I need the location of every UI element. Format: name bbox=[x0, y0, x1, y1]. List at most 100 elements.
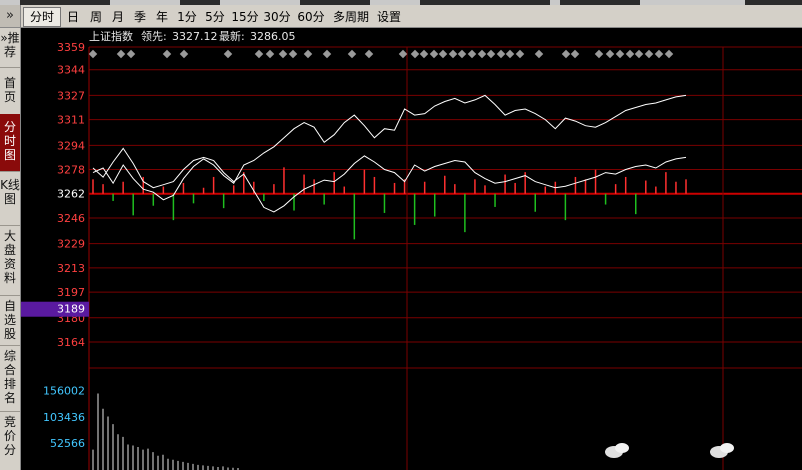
event-marker[interactable] bbox=[625, 49, 635, 59]
sidebar-item-timeshare[interactable]: 分时图 bbox=[0, 114, 20, 172]
sidebar-item-label: 综合排名 bbox=[3, 349, 16, 405]
event-marker[interactable] bbox=[605, 49, 615, 59]
period-button-quarter[interactable]: 季 bbox=[129, 7, 151, 27]
left-vertical-tabs: »推荐 首页 分时图 K线图 大盘资料 自选股 综合排名 竞价分 bbox=[0, 28, 21, 470]
volume-tick-label: 103436 bbox=[43, 411, 85, 424]
latest-value: 3286.05 bbox=[250, 30, 296, 43]
event-marker[interactable] bbox=[477, 49, 487, 59]
event-marker[interactable] bbox=[419, 49, 429, 59]
sidebar-item-label: 竞价分 bbox=[3, 415, 16, 457]
sidebar-item-label: K线图 bbox=[0, 178, 20, 206]
event-marker[interactable] bbox=[364, 49, 374, 59]
event-marker[interactable] bbox=[303, 49, 313, 59]
up-down-bars bbox=[92, 167, 687, 240]
chart-grid bbox=[88, 46, 802, 470]
event-marker[interactable] bbox=[664, 49, 674, 59]
event-marker[interactable] bbox=[438, 49, 448, 59]
y-tick-label: 3229 bbox=[57, 238, 85, 251]
event-marker[interactable] bbox=[254, 49, 264, 59]
expand-icon[interactable]: » bbox=[0, 5, 21, 27]
event-marker[interactable] bbox=[505, 49, 515, 59]
info-line: 上证指数 领先: 3327.12 最新: 3286.05 bbox=[89, 29, 296, 43]
y-tick-label: 3278 bbox=[57, 164, 85, 177]
volume-tick-label: 52566 bbox=[50, 437, 85, 450]
index-name: 上证指数 bbox=[89, 29, 133, 43]
intraday-chart[interactable]: 上证指数 领先: 3327.12 最新: 3286.05 3359 3344 332… bbox=[21, 28, 802, 470]
period-button-1min[interactable]: 1分 bbox=[173, 7, 201, 27]
y-tick-label: 3327 bbox=[57, 89, 85, 102]
y-tick-label: 3359 bbox=[57, 41, 85, 54]
period-toolbar: » 分时 日 周 月 季 年 1分 5分 15分 30分 60分 多周期 设置 bbox=[0, 5, 802, 28]
period-button-60min[interactable]: 60分 bbox=[293, 7, 329, 27]
period-button-30min[interactable]: 30分 bbox=[261, 7, 293, 27]
event-marker[interactable] bbox=[615, 49, 625, 59]
sidebar-item-auction[interactable]: 竞价分 bbox=[0, 412, 20, 470]
event-marker[interactable] bbox=[534, 49, 544, 59]
event-marker[interactable] bbox=[288, 49, 298, 59]
period-button-month[interactable]: 月 bbox=[107, 7, 129, 27]
leader-line bbox=[92, 94, 687, 201]
event-marker[interactable] bbox=[457, 49, 467, 59]
sidebar-item-ranking[interactable]: 综合排名 bbox=[0, 346, 20, 412]
sidebar-item-label: 大盘资料 bbox=[3, 229, 16, 285]
event-marker[interactable] bbox=[634, 49, 644, 59]
y-tick-label: 3344 bbox=[57, 64, 85, 77]
event-marker[interactable] bbox=[467, 49, 477, 59]
y-tick-label: 3197 bbox=[57, 286, 85, 299]
period-button-fenshi[interactable]: 分时 bbox=[23, 7, 61, 27]
sidebar-item-market-info[interactable]: 大盘资料 bbox=[0, 226, 20, 296]
event-marker[interactable] bbox=[410, 49, 420, 59]
y-tick-label: 3164 bbox=[57, 336, 85, 349]
y-tick-label: 3311 bbox=[57, 114, 85, 127]
event-marker[interactable] bbox=[223, 49, 233, 59]
latest-line bbox=[92, 147, 687, 213]
settings-button[interactable]: 设置 bbox=[373, 7, 405, 27]
period-button-day[interactable]: 日 bbox=[62, 7, 84, 27]
event-marker[interactable] bbox=[116, 49, 126, 59]
cursor-price-label: 3189 bbox=[57, 303, 85, 316]
y-tick-label: 3213 bbox=[57, 262, 85, 275]
event-marker[interactable] bbox=[448, 49, 458, 59]
event-marker[interactable] bbox=[570, 49, 580, 59]
period-button-multi[interactable]: 多周期 bbox=[329, 7, 373, 27]
event-marker[interactable] bbox=[429, 49, 439, 59]
event-marker[interactable] bbox=[654, 49, 664, 59]
event-marker[interactable] bbox=[486, 49, 496, 59]
event-marker[interactable] bbox=[126, 49, 136, 59]
period-button-year[interactable]: 年 bbox=[151, 7, 173, 27]
leader-label: 领先: bbox=[141, 30, 167, 43]
volume-tick-label: 156002 bbox=[43, 384, 85, 397]
watermark bbox=[605, 443, 734, 458]
event-marker[interactable] bbox=[162, 49, 172, 59]
period-button-5min[interactable]: 5分 bbox=[201, 7, 229, 27]
leader-value: 3327.12 bbox=[172, 30, 218, 43]
sidebar-item-watchlist[interactable]: 自选股 bbox=[0, 296, 20, 346]
event-marker[interactable] bbox=[496, 49, 506, 59]
sidebar-item-label: 分时图 bbox=[3, 120, 16, 162]
volume-bars bbox=[92, 393, 239, 470]
event-marker[interactable] bbox=[265, 49, 275, 59]
event-marker[interactable] bbox=[594, 49, 604, 59]
sidebar-item-label: 自选股 bbox=[3, 299, 16, 341]
event-marker[interactable] bbox=[278, 49, 288, 59]
y-tick-label: 3262 bbox=[57, 188, 85, 201]
event-marker[interactable] bbox=[88, 49, 98, 59]
event-marker[interactable] bbox=[561, 49, 571, 59]
period-button-week[interactable]: 周 bbox=[85, 7, 107, 27]
event-markers bbox=[88, 49, 674, 59]
event-marker[interactable] bbox=[515, 49, 525, 59]
event-marker[interactable] bbox=[322, 49, 332, 59]
event-marker[interactable] bbox=[398, 49, 408, 59]
event-marker[interactable] bbox=[347, 49, 357, 59]
event-marker[interactable] bbox=[179, 49, 189, 59]
y-tick-label: 3294 bbox=[57, 139, 85, 152]
sidebar-item-recommend[interactable]: »推荐 bbox=[0, 28, 20, 68]
sidebar-item-label: »推荐 bbox=[0, 31, 20, 59]
y-tick-label: 3246 bbox=[57, 212, 85, 225]
volume-axis: 156002 103436 52566 bbox=[43, 384, 85, 450]
event-marker[interactable] bbox=[644, 49, 654, 59]
y-axis: 3359 3344 3327 3311 3294 3278 3262 3246 3229 3213… bbox=[21, 41, 89, 349]
sidebar-item-kline[interactable]: K线图 bbox=[0, 172, 20, 226]
period-button-15min[interactable]: 15分 bbox=[229, 7, 261, 27]
latest-label: 最新: bbox=[219, 29, 245, 43]
